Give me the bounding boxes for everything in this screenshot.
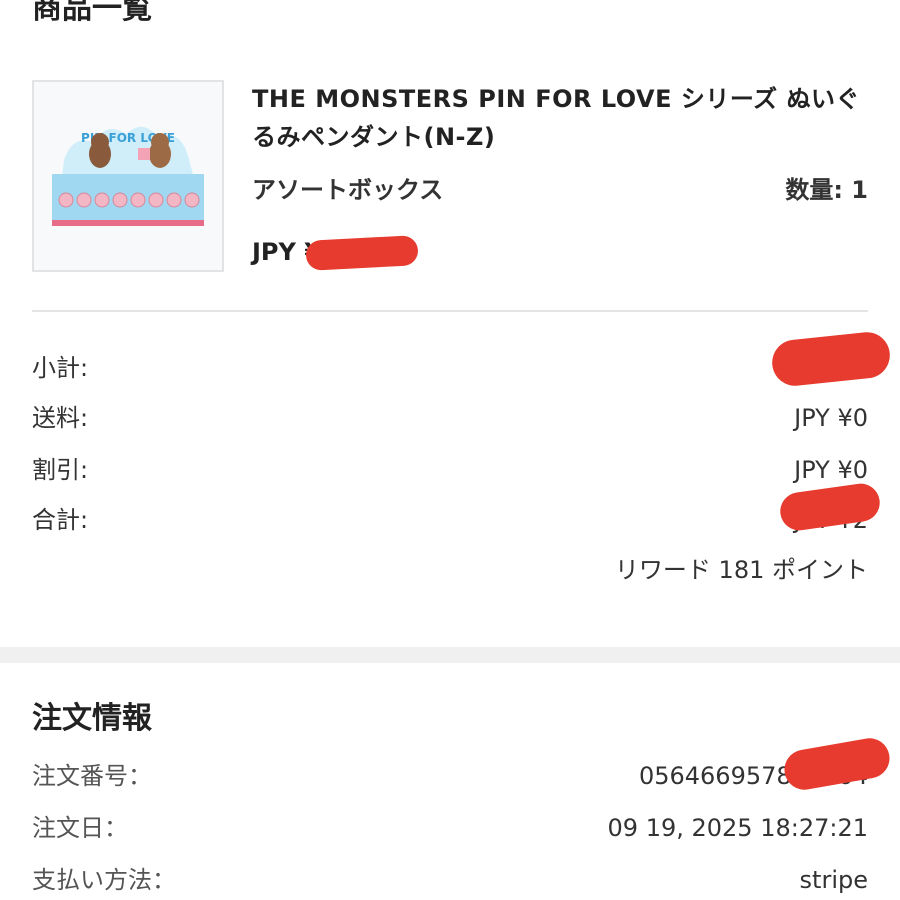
product-name[interactable]: THE MONSTERS PIN FOR LOVE シリーズ ぬいぐるみペンダン… <box>252 80 872 156</box>
product-image-graphic: PIN FOR LOVE <box>34 82 222 270</box>
shipping-value: JPY ¥0 <box>794 404 868 432</box>
payment-method-label: 支払い方法： <box>32 866 176 894</box>
order-info-title: 注文情報 <box>32 701 152 736</box>
shipping-label: 送料: <box>32 404 89 432</box>
products-section-title: 商品一覧 <box>32 0 152 26</box>
order-number-label: 注文番号： <box>32 762 152 790</box>
product-quantity: 数量: 1 <box>785 176 868 204</box>
redaction-mark-price <box>305 235 419 271</box>
section-divider <box>32 310 868 312</box>
order-date-value: 09 19, 2025 18:27:21 <box>607 814 868 842</box>
redaction-mark-order-number <box>781 735 893 793</box>
total-label: 合計: <box>32 506 89 534</box>
order-date-label: 注文日： <box>32 814 128 842</box>
discount-label: 割引: <box>32 456 89 484</box>
subtotal-label: 小計: <box>32 354 89 382</box>
payment-method-value: stripe <box>799 866 868 894</box>
product-variant: アソートボックス <box>252 176 444 204</box>
reward-points: リワード 181 ポイント <box>614 556 868 584</box>
product-image[interactable]: PIN FOR LOVE <box>32 80 224 272</box>
section-separator-band <box>0 647 900 663</box>
redaction-mark-subtotal <box>769 329 893 389</box>
